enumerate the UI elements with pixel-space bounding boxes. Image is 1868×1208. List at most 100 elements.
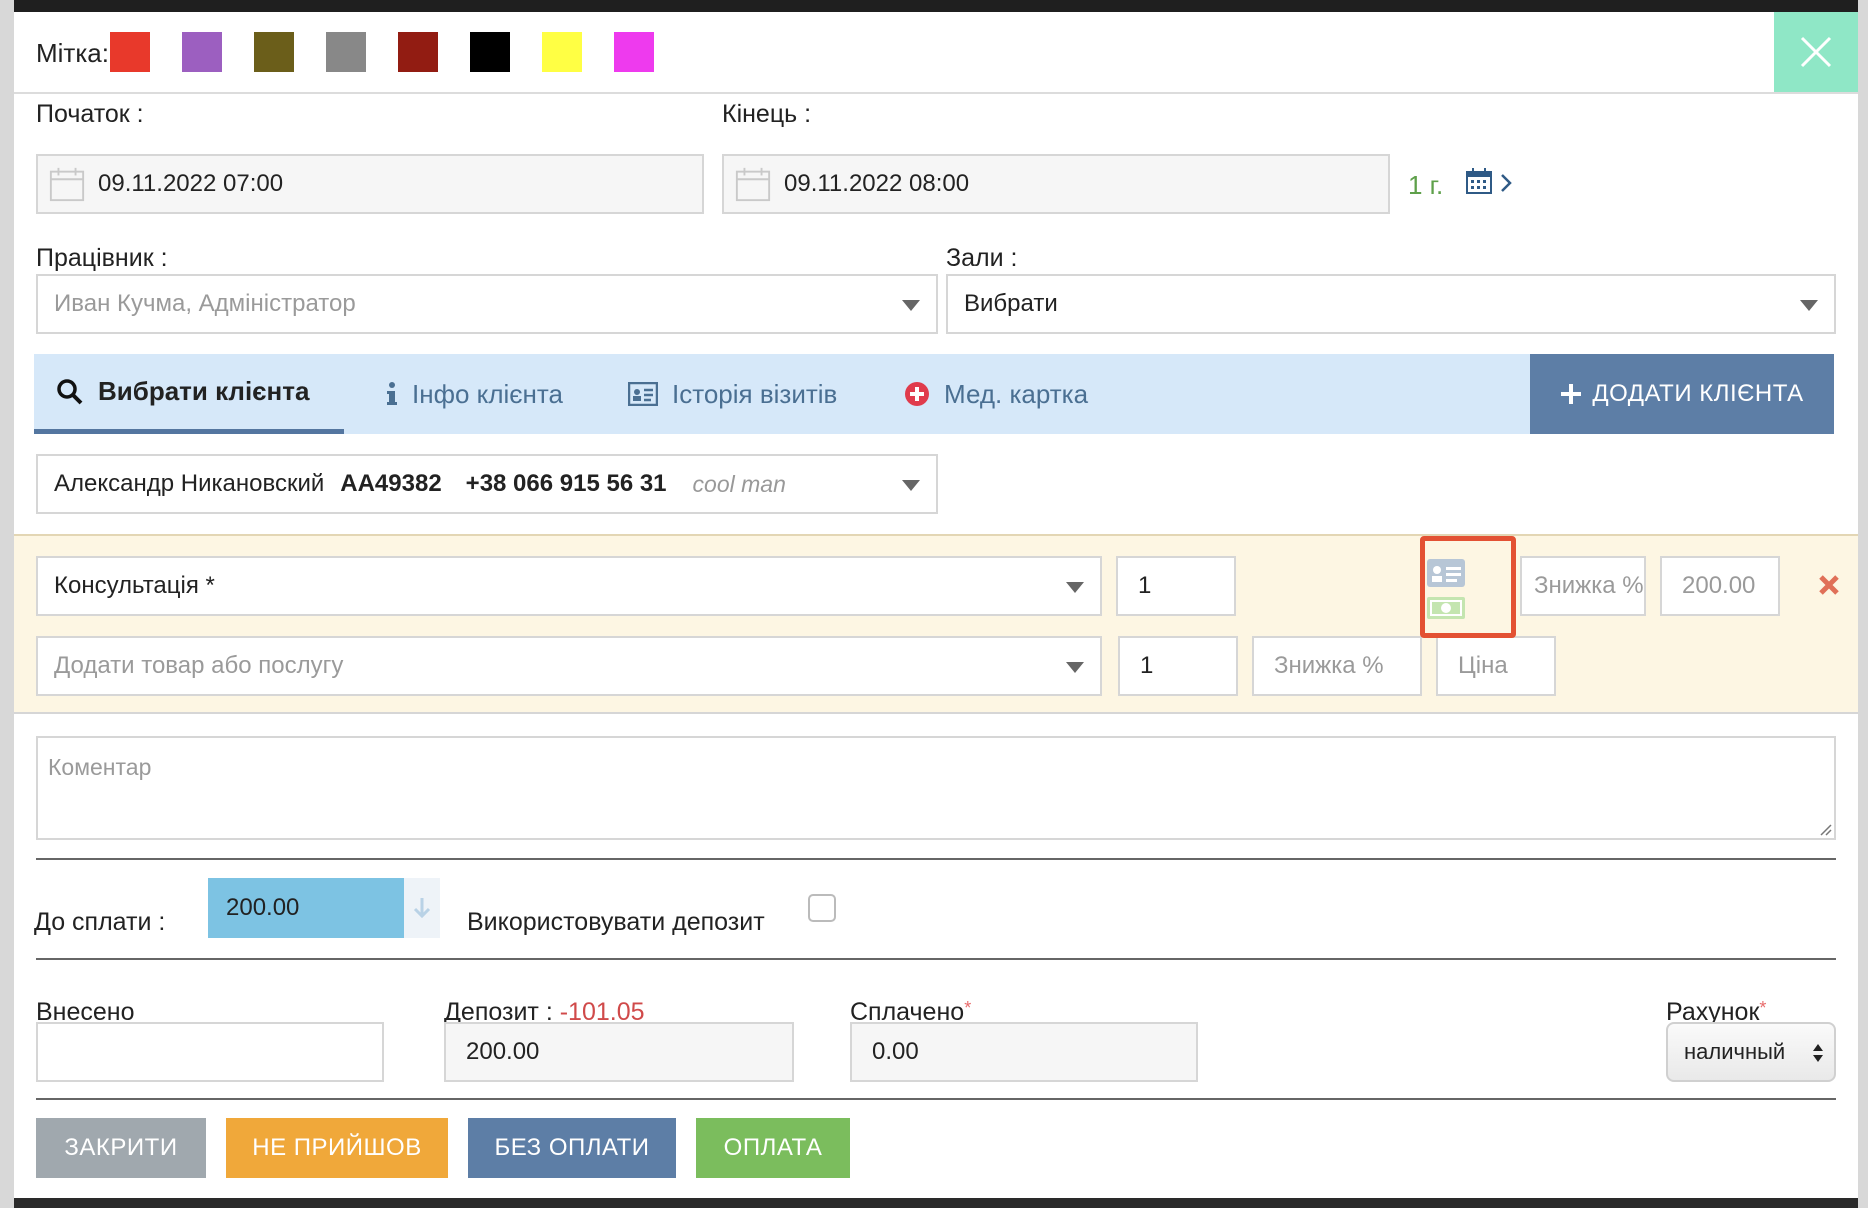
start-label: Початок : — [36, 100, 144, 128]
client-card-number: AA49382 — [340, 470, 442, 497]
no-payment-button[interactable]: БЕЗ ОПЛАТИ — [468, 1118, 676, 1178]
tab-label: Вибрати клієнта — [98, 376, 310, 406]
chevron-down-icon — [902, 300, 920, 311]
calendar-icon — [49, 167, 85, 202]
employee-select[interactable]: Иван Кучма, Адміністратор — [36, 274, 938, 334]
close-icon — [1800, 36, 1832, 68]
color-swatch[interactable] — [398, 32, 438, 72]
required-marker: * — [1759, 998, 1767, 1018]
discount-placeholder: Знижка % — [1274, 652, 1384, 679]
chevron-down-icon — [1066, 662, 1084, 673]
apply-amount-button[interactable] — [404, 878, 440, 938]
halls-select-value: Вибрати — [964, 290, 1058, 317]
tab-label: Мед. картка — [944, 378, 1089, 409]
use-deposit-checkbox[interactable] — [808, 894, 836, 922]
calendar-picker-icon[interactable] — [1464, 166, 1494, 196]
use-deposit-label: Використовувати депозит — [467, 908, 765, 936]
account-value: наличный — [1684, 1039, 1786, 1064]
plus-icon — [1561, 384, 1582, 404]
search-icon — [57, 378, 83, 404]
service-price: 200.00 — [1682, 572, 1756, 599]
end-label: Кінець : — [722, 100, 812, 128]
remove-service-icon[interactable] — [1818, 574, 1840, 596]
resize-handle-icon[interactable] — [1818, 822, 1832, 836]
client-note: cool man — [692, 470, 786, 497]
payment-type-highlight — [1420, 536, 1516, 638]
discount-placeholder: Знижка % — [1534, 572, 1644, 599]
deposit-value: 200.00 — [466, 1038, 540, 1065]
service-discount-input[interactable]: Знижка % — [1520, 556, 1646, 616]
comment-textarea[interactable]: Коментар — [36, 736, 1836, 840]
price-placeholder: Ціна — [1458, 652, 1508, 679]
deposit-input[interactable]: 200.00 — [444, 1022, 794, 1082]
color-swatch[interactable] — [470, 32, 510, 72]
add-service-placeholder: Додати товар або послугу — [54, 652, 344, 679]
new-service-quantity-input[interactable]: 1 — [1118, 636, 1238, 696]
start-datetime-value: 09.11.2022 07:00 — [98, 170, 284, 197]
close-modal-button[interactable] — [1774, 12, 1858, 92]
service-price-input[interactable]: 200.00 — [1660, 556, 1780, 616]
divider — [36, 1098, 1836, 1100]
tab-label: Історія візитів — [672, 378, 838, 409]
end-datetime-value: 09.11.2022 08:00 — [784, 170, 970, 197]
client-select[interactable]: Александр Никановский AA49382 +38 066 91… — [36, 454, 938, 514]
divider — [36, 858, 1836, 860]
chevron-right-icon[interactable] — [1498, 172, 1514, 194]
service-quantity-input[interactable]: 1 — [1116, 556, 1236, 616]
color-swatch[interactable] — [254, 32, 294, 72]
color-swatch[interactable] — [614, 32, 654, 72]
pay-button[interactable]: ОПЛАТА — [696, 1118, 850, 1178]
to-pay-value: 200.00 — [208, 878, 404, 938]
chevron-down-icon — [902, 480, 920, 491]
new-service-quantity: 1 — [1140, 652, 1154, 679]
plus-circle-icon — [905, 382, 929, 406]
divider — [14, 92, 1858, 94]
backdrop-left — [0, 0, 14, 1208]
service-select[interactable]: Консультація * — [36, 556, 1102, 616]
account-select[interactable]: наличный — [1666, 1022, 1836, 1082]
info-icon — [387, 382, 397, 405]
tab-client-info[interactable]: Інфо клієнта — [386, 354, 563, 434]
paid-in-input[interactable] — [36, 1022, 384, 1082]
to-pay-amount: 200.00 — [226, 894, 300, 921]
id-card-icon — [628, 382, 658, 406]
label-title: Мітка: — [36, 38, 109, 68]
calendar-icon — [735, 167, 771, 202]
service-name: Консультація * — [54, 572, 215, 599]
add-client-button[interactable]: ДОДАТИ КЛІЄНТА — [1530, 354, 1834, 434]
color-swatch[interactable] — [182, 32, 222, 72]
tab-visit-history[interactable]: Історія візитів — [628, 354, 837, 434]
client-name: Александр Никановский — [54, 470, 325, 497]
tab-medical-card[interactable]: Мед. картка — [904, 354, 1088, 434]
comment-placeholder: Коментар — [48, 754, 152, 780]
tab-select-client[interactable]: Вибрати клієнта — [34, 354, 344, 434]
add-service-select[interactable]: Додати товар або послугу — [36, 636, 1102, 696]
chevron-down-icon — [1800, 300, 1818, 311]
employee-select-placeholder: Иван Кучма, Адміністратор — [54, 290, 356, 317]
new-service-price-input[interactable]: Ціна — [1436, 636, 1556, 696]
new-service-discount-input[interactable]: Знижка % — [1252, 636, 1422, 696]
start-datetime-input[interactable]: 09.11.2022 07:00 — [36, 154, 704, 214]
backdrop-right — [1858, 0, 1868, 1208]
add-client-label: ДОДАТИ КЛІЄНТА — [1592, 380, 1804, 407]
halls-select[interactable]: Вибрати — [946, 274, 1836, 334]
paid-input[interactable]: 0.00 — [850, 1022, 1198, 1082]
to-pay-label: До сплати : — [34, 908, 166, 936]
service-quantity: 1 — [1138, 572, 1152, 599]
no-show-button[interactable]: НЕ ПРИЙШОВ — [226, 1118, 448, 1178]
select-arrows-icon — [1813, 1044, 1823, 1062]
paid-value: 0.00 — [872, 1038, 919, 1065]
backdrop-top — [0, 0, 1868, 12]
tab-label: Інфо клієнта — [412, 378, 563, 409]
chevron-down-icon — [1066, 582, 1084, 593]
close-button[interactable]: ЗАКРИТИ — [36, 1118, 206, 1178]
color-swatch[interactable] — [110, 32, 150, 72]
arrow-down-icon — [413, 898, 431, 919]
end-datetime-input[interactable]: 09.11.2022 08:00 — [722, 154, 1390, 214]
halls-label: Зали : — [946, 244, 1018, 272]
color-swatch[interactable] — [542, 32, 582, 72]
duration-text: 1 г. — [1408, 170, 1444, 200]
client-tabs: Вибрати клієнта Інфо клієнта Історія віз… — [34, 354, 1542, 434]
employee-label: Працівник : — [36, 244, 168, 272]
color-swatch[interactable] — [326, 32, 366, 72]
